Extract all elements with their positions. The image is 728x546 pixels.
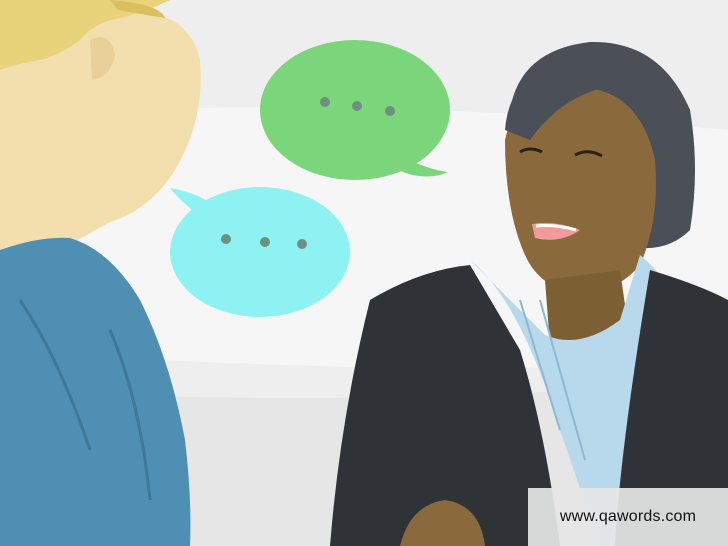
dot-icon [297,239,307,249]
dot-icon [352,101,362,111]
dot-icon [260,237,270,247]
green-speech-bubble-icon [260,40,450,180]
dot-icon [320,97,330,107]
cyan-speech-bubble-icon [170,187,350,317]
illustration-scene: www.qawords.com [0,0,728,546]
conversation-illustration [0,0,728,546]
dot-icon [221,234,231,244]
watermark: www.qawords.com [528,488,728,546]
dot-icon [385,106,395,116]
